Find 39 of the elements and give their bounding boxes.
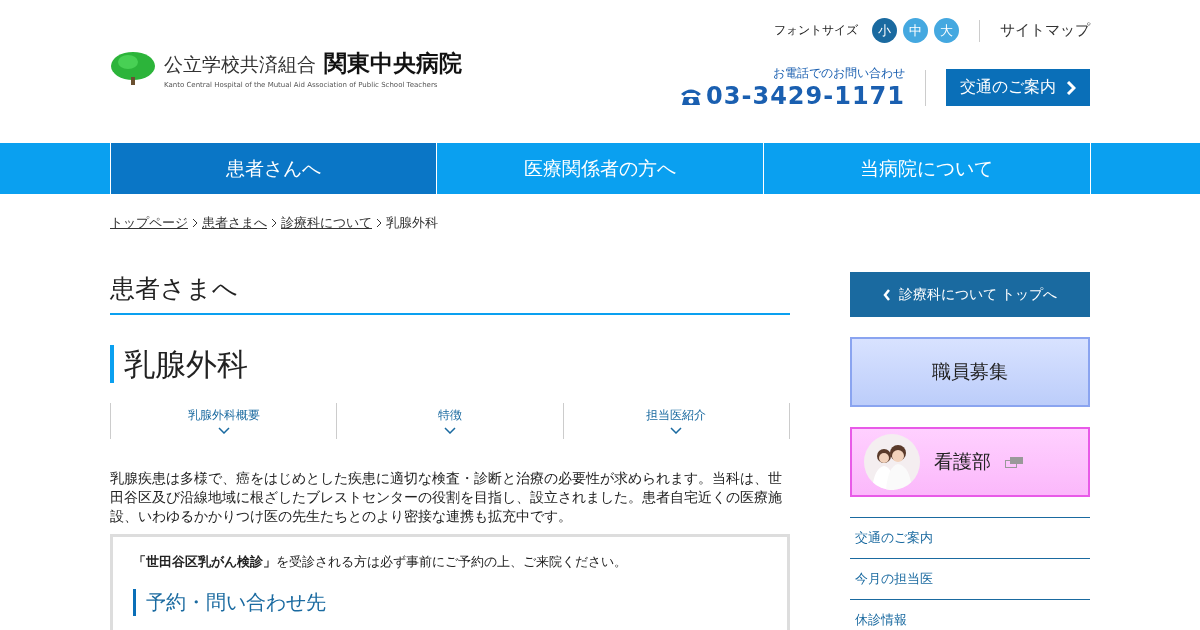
- sidebar-link[interactable]: 今月の担当医: [850, 559, 1090, 600]
- chevron-down-icon: [444, 427, 456, 434]
- chevron-down-icon: [670, 427, 683, 434]
- breadcrumb-current: 乳腺外科: [386, 214, 438, 232]
- breadcrumb-link[interactable]: トップページ: [110, 214, 188, 232]
- page-title: 乳腺外科: [110, 345, 790, 383]
- section-title: 患者さまへ: [110, 272, 790, 315]
- chevron-right-icon: [192, 218, 198, 228]
- breadcrumb-link[interactable]: 患者さまへ: [202, 214, 267, 232]
- tree-logo-icon: [110, 51, 156, 85]
- chevron-down-icon: [217, 427, 230, 434]
- phone-number: 03-3429-1171: [706, 82, 905, 110]
- font-size-button[interactable]: 小: [872, 18, 897, 43]
- sidebar-link[interactable]: 交通のご案内: [850, 518, 1090, 559]
- sitemap-link[interactable]: サイトマップ: [1000, 21, 1090, 40]
- anchor-link[interactable]: 担当医紹介: [563, 403, 790, 439]
- chevron-right-icon: [271, 218, 277, 228]
- banner-label: 看護部: [934, 449, 991, 474]
- phone-caption: お電話でのお問い合わせ: [773, 65, 905, 82]
- access-button[interactable]: 交通のご案内: [946, 69, 1090, 106]
- org-name: 公立学校共済組合: [164, 51, 316, 77]
- notice-text: 「世田谷区乳がん検診」を受診される方は必ず事前にご予約の上、ご来院ください。: [133, 553, 628, 571]
- phone-icon: [680, 87, 703, 105]
- subheading: 予約・問い合わせ先: [133, 589, 767, 616]
- nursing-banner[interactable]: 看護部: [850, 427, 1090, 497]
- recruit-banner[interactable]: 職員募集: [850, 337, 1090, 407]
- new-window-icon: [1005, 456, 1023, 468]
- chevron-left-icon: [882, 288, 891, 301]
- chevron-right-icon: [1066, 80, 1076, 95]
- sidebar-link[interactable]: 休診情報: [850, 600, 1090, 630]
- nav-tab[interactable]: 患者さんへ: [110, 143, 438, 194]
- font-size-label: フォントサイズ: [774, 22, 858, 39]
- anchor-link[interactable]: 乳腺外科概要: [111, 403, 338, 439]
- anchor-link[interactable]: 特徴: [337, 403, 564, 439]
- hospital-name: 関東中央病院: [324, 48, 462, 78]
- breadcrumb-link[interactable]: 診療科について: [281, 214, 372, 232]
- chevron-right-icon: [376, 218, 382, 228]
- back-button[interactable]: 診療科について トップへ: [850, 272, 1090, 317]
- intro-paragraph: 乳腺疾患は多様で、癌をはじめとした疾患に適切な検査・診断と治療の必要性が求められます。当科は、世田谷区及び沿線地域に根ざしたブレストセンターの役割を目指し、設立されました。患者自宅近くの医療施設、いわゆるかかりつけ医の先生たちとのより密接な連携も拡充中です。: [110, 469, 783, 526]
